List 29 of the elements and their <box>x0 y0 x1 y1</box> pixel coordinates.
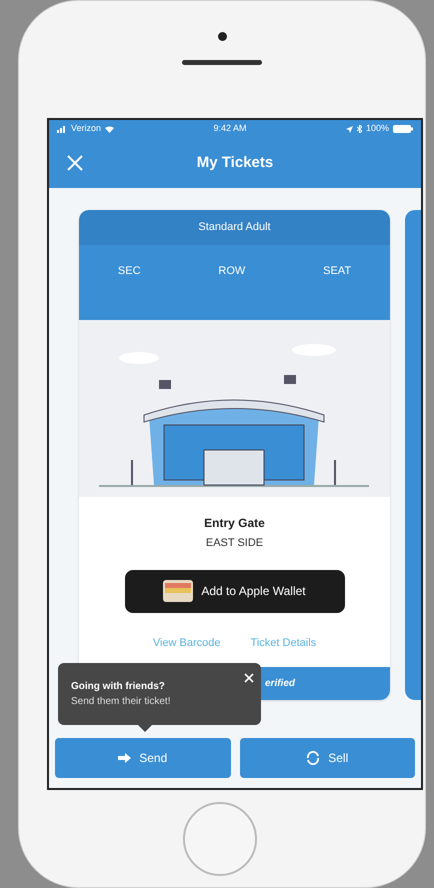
wallet-button[interactable]: Add to Apple Wallet <box>124 570 344 612</box>
bluetooth-icon <box>356 125 362 133</box>
tooltip-text: Send them their ticket! <box>71 695 172 709</box>
seat-column-label: ROW <box>218 264 246 279</box>
screen-title: My Tickets <box>196 152 274 173</box>
ticket-link[interactable]: View Barcode <box>152 634 221 651</box>
wifi-icon <box>105 126 114 132</box>
ticket-link[interactable]: Ticket Details <box>250 634 316 651</box>
carrier-label: Verizon <box>71 122 102 136</box>
location-icon <box>346 126 353 132</box>
tooltip-title: Going with friends? <box>71 680 166 694</box>
status-time: 9:42 AM <box>213 122 247 136</box>
refresh-icon <box>306 751 320 765</box>
speaker-icon <box>182 60 262 65</box>
camera-icon <box>218 32 226 41</box>
battery-icon <box>393 125 413 133</box>
seat-column-label: SEC <box>118 264 141 279</box>
gate-label: Entry Gate <box>204 515 265 532</box>
sell-button[interactable]: Sell <box>240 738 415 778</box>
ticket-type: Standard Adult <box>198 220 271 236</box>
arrow-icon <box>118 753 132 763</box>
wallet-icon <box>163 580 194 602</box>
gate-value: EAST SIDE <box>206 536 264 551</box>
send-button[interactable]: Send <box>55 738 230 778</box>
verified-label: erified <box>265 677 296 691</box>
battery-percent: 100% <box>366 122 389 136</box>
close-icon[interactable] <box>244 673 254 683</box>
seat-column-label: SEAT <box>323 264 352 279</box>
signal-icon <box>57 126 67 132</box>
